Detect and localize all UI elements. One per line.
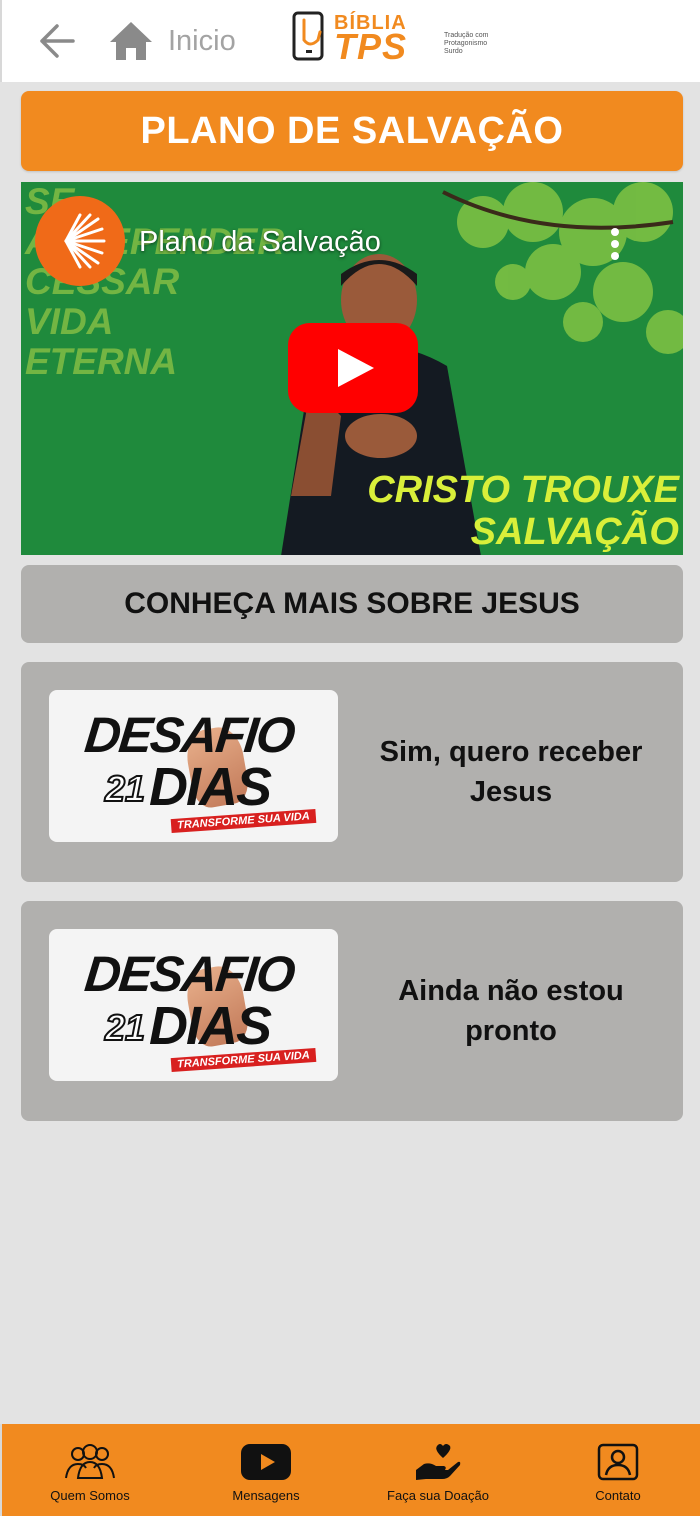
nav-mensagens[interactable]: Mensagens xyxy=(216,1424,316,1516)
nav-label: Faça sua Doação xyxy=(387,1488,489,1503)
biblia-tps-logo: BÍBLIA TPS Tradução com Protagonismo Sur… xyxy=(290,10,500,67)
logo-tagline: Tradução com Protagonismo Surdo xyxy=(444,32,489,55)
nav-faca-sua-doacao[interactable]: Faça sua Doação xyxy=(378,1424,498,1516)
video-more-options-button[interactable] xyxy=(605,224,625,264)
people-icon xyxy=(65,1444,115,1479)
option-card-not-ready[interactable]: DESAFIO 21 DIAS TRANSFORME SUA VIDA Aind… xyxy=(21,901,683,1121)
nav-contato[interactable]: Contato xyxy=(568,1424,668,1516)
video-caption-line-2: SALVAÇÃO xyxy=(470,511,679,553)
video-title[interactable]: Plano da Salvação xyxy=(139,226,381,259)
nav-quem-somos[interactable]: Quem Somos xyxy=(40,1424,140,1516)
home-button[interactable]: Inicio xyxy=(108,14,236,68)
thumb-word: DIAS xyxy=(149,757,272,817)
youtube-video-player[interactable]: SE ARREPENDER CESSAR VIDA ETERNA Plano d… xyxy=(21,182,683,555)
nav-label: Quem Somos xyxy=(50,1488,130,1503)
page-title-banner: PLANO DE SALVAÇÃO xyxy=(21,91,683,171)
nav-label: Mensagens xyxy=(232,1488,300,1503)
home-label: Inicio xyxy=(168,24,236,57)
card-label: Sim, quero receber Jesus xyxy=(379,736,643,808)
back-button[interactable] xyxy=(32,18,80,64)
contact-card-icon xyxy=(597,1443,639,1481)
card-label: Ainda não estou pronto xyxy=(398,975,624,1047)
play-button[interactable] xyxy=(288,323,418,413)
more-vertical-icon xyxy=(611,228,619,260)
arrow-left-icon xyxy=(40,24,75,58)
video-caption-line-1: CRISTO TROUXE xyxy=(367,469,679,511)
option-card-receive-jesus[interactable]: DESAFIO 21 DIAS TRANSFORME SUA VIDA Sim,… xyxy=(21,662,683,882)
thumb-word: DIAS xyxy=(149,996,272,1056)
thumb-number: 21 xyxy=(104,1006,146,1049)
bottom-navigation: Quem Somos Mensagens Faça sua Doação Con… xyxy=(0,1424,700,1516)
nav-label: Contato xyxy=(595,1488,641,1503)
home-icon xyxy=(110,22,152,60)
sunburst-logo-icon xyxy=(64,213,106,269)
thumb-number: 21 xyxy=(104,767,146,810)
logo-word-tps: TPS xyxy=(334,26,408,67)
tablet-hand-logo-icon xyxy=(292,11,324,61)
youtube-icon xyxy=(241,1444,291,1480)
top-app-bar: Inicio BÍBLIA TPS Tradução com Protagoni… xyxy=(0,0,700,82)
channel-avatar[interactable] xyxy=(35,196,125,286)
card-thumbnail: DESAFIO 21 DIAS TRANSFORME SUA VIDA xyxy=(49,690,338,842)
donate-heart-hand-icon xyxy=(416,1444,461,1480)
page-title: PLANO DE SALVAÇÃO xyxy=(140,109,564,152)
play-icon xyxy=(288,323,418,413)
section-heading: CONHEÇA MAIS SOBRE JESUS xyxy=(21,565,683,643)
section-heading-text: CONHEÇA MAIS SOBRE JESUS xyxy=(124,587,580,620)
video-caption-text: CRISTO TROUXE SALVAÇÃO xyxy=(367,469,679,553)
card-thumbnail: DESAFIO 21 DIAS TRANSFORME SUA VIDA xyxy=(49,929,338,1081)
